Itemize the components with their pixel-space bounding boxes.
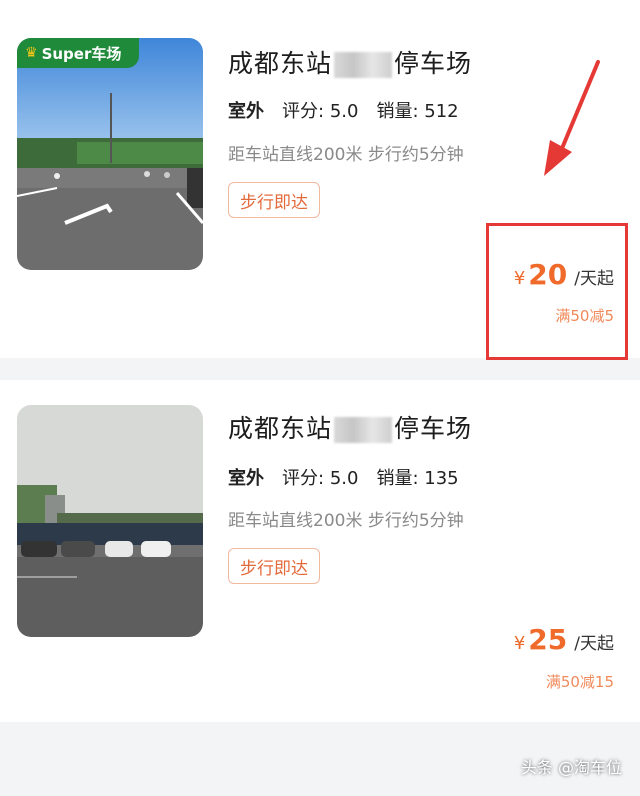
redacted-text bbox=[334, 417, 393, 443]
promo-label: 满50减15 bbox=[545, 673, 614, 691]
sales-count: 销量: 512 bbox=[376, 101, 459, 122]
listing-meta: 室外 评分: 5.0 销量: 135 bbox=[227, 464, 459, 494]
rating: 评分: 5.0 bbox=[282, 468, 359, 489]
badge-label: Super车场 bbox=[41, 44, 122, 63]
price-highlight-box bbox=[486, 223, 628, 360]
listing-meta: 室外 评分: 5.0 销量: 512 bbox=[227, 97, 459, 127]
distance-info: 距车站直线200米 步行约5分钟 bbox=[228, 511, 464, 531]
rating: 评分: 5.0 bbox=[282, 101, 359, 122]
title-suffix: 停车场 bbox=[394, 49, 473, 78]
title-prefix: 成都东站 bbox=[228, 49, 333, 78]
parking-lot-photo bbox=[17, 405, 203, 637]
price: ¥ 25 /天起 bbox=[514, 623, 614, 656]
listing-title: 成都东站 停车场 bbox=[228, 44, 472, 80]
crown-icon: ♛ bbox=[25, 45, 38, 61]
parking-lot-photo: ♛ Super车场 bbox=[17, 38, 203, 270]
redacted-text bbox=[334, 52, 393, 78]
walk-tag: 步行即达 bbox=[228, 182, 320, 218]
parking-listing-card[interactable]: 成都东站 停车场 室外 评分: 5.0 销量: 135 距车站直线200米 步行约… bbox=[0, 380, 640, 722]
super-parking-badge: ♛ Super车场 bbox=[17, 38, 139, 68]
listing-title: 成都东站 停车场 bbox=[228, 409, 472, 445]
distance-info: 距车站直线200米 步行约5分钟 bbox=[228, 145, 464, 165]
red-arrow-annotation bbox=[544, 60, 600, 176]
title-suffix: 停车场 bbox=[394, 414, 473, 443]
walk-tag: 步行即达 bbox=[228, 548, 320, 584]
outdoor-tag: 室外 bbox=[227, 97, 265, 127]
watermark: 头条 @淘车位 bbox=[520, 758, 622, 777]
sales-count: 销量: 135 bbox=[376, 468, 459, 489]
parking-lot-photo-image bbox=[17, 405, 203, 637]
price-value: 25 bbox=[528, 623, 568, 656]
outdoor-tag: 室外 bbox=[227, 464, 265, 494]
title-prefix: 成都东站 bbox=[228, 414, 333, 443]
price-unit: /天起 bbox=[574, 634, 614, 654]
currency-symbol: ¥ bbox=[513, 633, 526, 654]
parking-lot-photo-image bbox=[17, 38, 203, 270]
